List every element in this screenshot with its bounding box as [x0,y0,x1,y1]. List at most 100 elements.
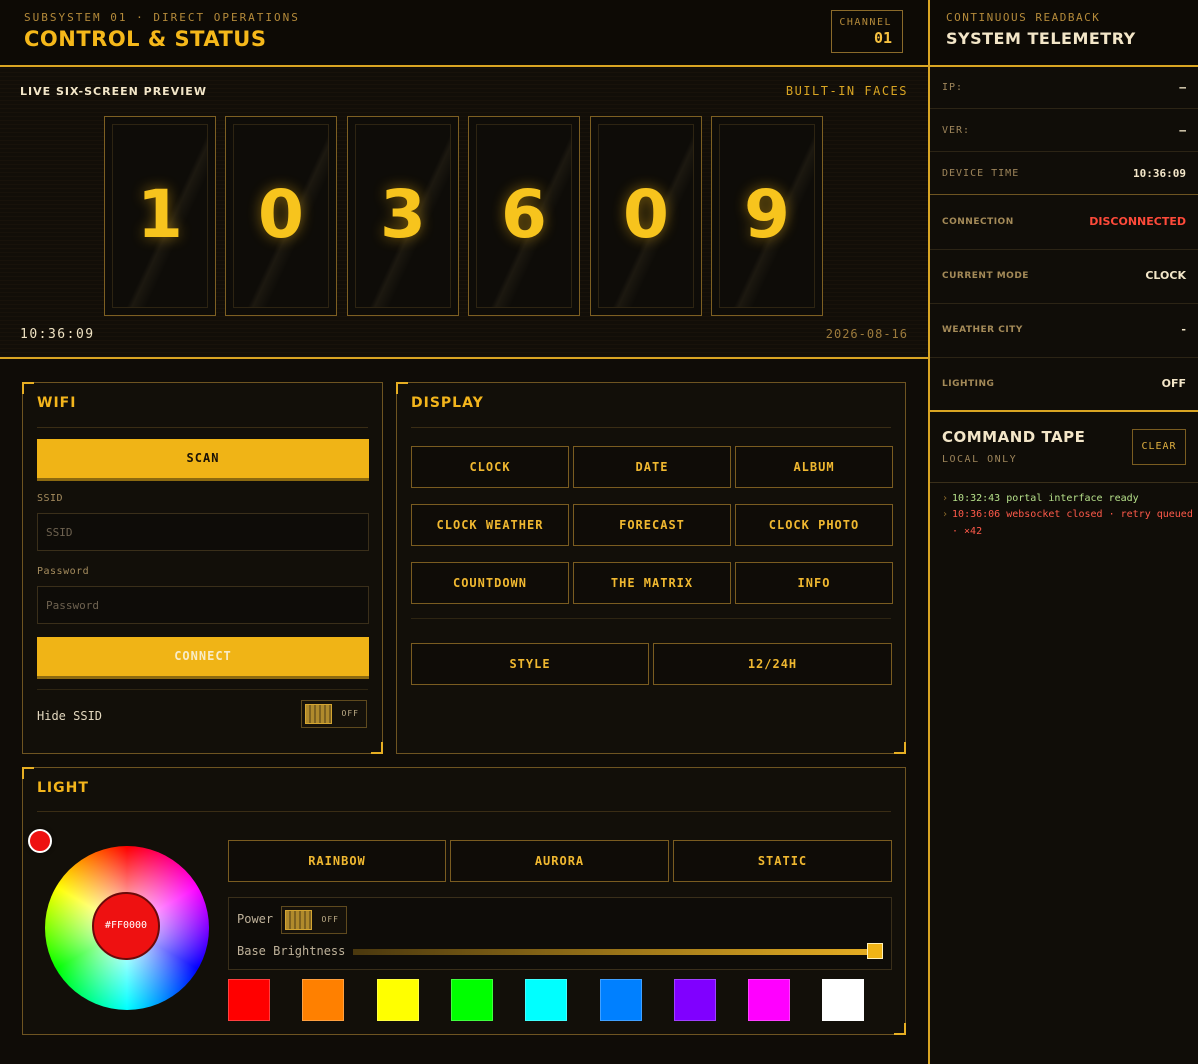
effect-static-button[interactable]: STATIC [673,840,892,882]
ssid-input[interactable] [37,513,369,551]
telemetry-title: SYSTEM TELEMETRY [946,29,1136,48]
digit-screen-2: 0 [225,116,337,316]
device-time-value: 10:36:09 [1133,167,1186,180]
ver-label: VER: [942,125,971,136]
password-input[interactable] [37,586,369,624]
telemetry-header: CONTINUOUS READBACK SYSTEM TELEMETRY [930,0,1198,67]
built-in-faces-link[interactable]: BUILT-IN FACES [786,84,908,98]
color-swatch[interactable] [376,979,419,1021]
color-swatch[interactable] [450,979,493,1021]
ip-value: — [1179,81,1186,94]
command-tape-header: COMMAND TAPE LOCAL ONLY CLEAR [930,413,1198,483]
device-time-label: DEVICE TIME [942,168,1020,179]
connection-row: CONNECTION DISCONNECTED [930,196,1198,250]
chevron-right-icon: › [942,509,949,520]
light-panel: LIGHT #FF0000 RAINBOW AURORA STATIC Powe… [22,767,906,1035]
mode-date-button[interactable]: DATE [573,446,731,488]
power-label: Power [237,912,274,926]
ssid-label: SSID [37,493,64,504]
page-title: CONTROL & STATUS [24,27,267,51]
effect-rainbow-button[interactable]: RAINBOW [228,840,446,882]
channel-label: CHANNEL [839,17,892,28]
scan-button[interactable]: SCAN [37,439,369,481]
chevron-right-icon: › [942,493,949,504]
brightness-thumb[interactable] [867,943,883,959]
display-panel: DISPLAY CLOCK DATE ALBUM CLOCK WEATHER F… [396,382,906,754]
digit-screen-3: 3 [347,116,459,316]
digit-screen-1: 1 [104,116,216,316]
weather-city-label: WEATHER CITY [942,325,1023,335]
toggle-state: OFF [321,915,339,924]
color-swatch[interactable] [748,979,791,1021]
mode-album-button[interactable]: ALBUM [735,446,893,488]
digit-value: 6 [501,176,547,253]
mode-clock-button[interactable]: CLOCK [411,446,569,488]
color-swatch[interactable] [822,979,865,1021]
log-text: 10:32:43 portal interface ready [952,493,1139,504]
digit-value: 1 [137,176,183,253]
current-mode-value: CLOCK [1145,269,1186,282]
ip-label: IP: [942,82,964,93]
connect-button[interactable]: CONNECT [37,637,369,679]
main-panel: SUBSYSTEM 01 · DIRECT OPERATIONS CONTROL… [0,0,928,1064]
color-swatch[interactable] [599,979,642,1021]
color-swatch[interactable] [228,979,270,1021]
mode-clock-photo-button[interactable]: CLOCK PHOTO [735,504,893,546]
hide-ssid-toggle[interactable]: OFF [301,700,367,728]
effect-aurora-button[interactable]: AURORA [450,840,669,882]
style-button[interactable]: STYLE [411,643,649,685]
digit-screen-6: 9 [711,116,823,316]
selected-color-value: #FF0000 [92,892,160,960]
ip-row: IP: — [930,67,1198,109]
digit-value: 0 [258,176,304,253]
telemetry-subtitle: CONTINUOUS READBACK [946,11,1101,24]
channel-value: 01 [873,29,892,47]
digit-value: 0 [623,176,669,253]
preview-time: 10:36:09 [20,327,95,342]
current-mode-label: CURRENT MODE [942,271,1029,281]
color-swatch[interactable] [525,979,568,1021]
password-label: Password [37,566,90,577]
display-title: DISPLAY [411,395,484,411]
digit-value: 3 [380,176,426,253]
color-swatch[interactable] [302,979,345,1021]
preview-date: 2026-08-16 [825,327,908,341]
light-title: LIGHT [37,780,89,796]
mode-the-matrix-button[interactable]: THE MATRIX [573,562,731,604]
mode-forecast-button[interactable]: FORECAST [573,504,731,546]
current-mode-row: CURRENT MODE CLOCK [930,250,1198,304]
channel-badge: CHANNEL 01 [831,10,903,53]
time-format-button[interactable]: 12/24H [653,643,892,685]
connection-label: CONNECTION [942,217,1014,227]
command-tape-subtitle: LOCAL ONLY [942,454,1018,465]
ver-row: VER: — [930,109,1198,152]
power-brightness-box: Power OFF Base Brightness [228,897,892,970]
lighting-label: LIGHTING [942,379,995,389]
command-tape-title: COMMAND TAPE [942,428,1086,446]
wifi-panel: WIFI SCAN SSID Password CONNECT Hide SSI… [22,382,383,754]
brightness-slider[interactable] [353,943,883,959]
mode-clock-weather-button[interactable]: CLOCK WEATHER [411,504,569,546]
mode-info-button[interactable]: INFO [735,562,893,604]
connection-status: DISCONNECTED [1089,215,1186,228]
brightness-label: Base Brightness [237,944,346,958]
lighting-value: OFF [1161,377,1186,390]
log-entry: › 10:36:06 websocket closed · retry queue… [942,506,1198,540]
toggle-state: OFF [341,709,359,718]
hide-ssid-label: Hide SSID [37,709,103,723]
wifi-title: WIFI [37,395,77,411]
page-header: SUBSYSTEM 01 · DIRECT OPERATIONS CONTROL… [0,0,928,67]
mode-countdown-button[interactable]: COUNTDOWN [411,562,569,604]
clear-button[interactable]: CLEAR [1132,429,1186,465]
log-text: 10:36:06 websocket closed · retry queued… [952,509,1193,537]
color-swatch[interactable] [673,979,716,1021]
brightness-fill [353,949,875,955]
telemetry-sidebar: CONTINUOUS READBACK SYSTEM TELEMETRY IP:… [928,0,1198,1064]
digit-value: 9 [744,176,790,253]
ver-value: — [1179,124,1186,137]
color-picker-handle[interactable] [28,829,52,853]
power-toggle[interactable]: OFF [281,906,347,934]
log-entry: › 10:32:43 portal interface ready [942,490,1192,507]
header-subtitle: SUBSYSTEM 01 · DIRECT OPERATIONS [24,11,300,24]
six-screen-preview: LIVE SIX-SCREEN PREVIEW BUILT-IN FACES 1… [0,67,928,359]
